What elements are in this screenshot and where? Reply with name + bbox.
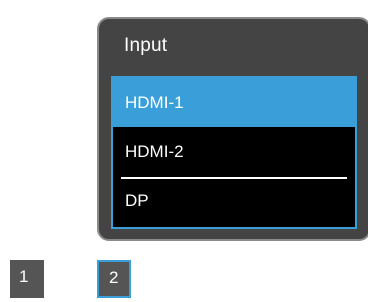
page-indicator-2[interactable]: 2	[97, 260, 131, 298]
input-option-hdmi-1[interactable]: HDMI-1	[113, 78, 355, 127]
input-source-list: HDMI-1 HDMI-2 DP	[111, 76, 357, 229]
input-menu-panel: Input HDMI-1 HDMI-2 DP	[97, 17, 368, 241]
input-option-dp[interactable]: DP	[113, 176, 355, 225]
menu-title: Input	[124, 35, 168, 56]
input-option-hdmi-2[interactable]: HDMI-2	[113, 127, 355, 176]
page-indicator-1[interactable]: 1	[10, 260, 44, 298]
